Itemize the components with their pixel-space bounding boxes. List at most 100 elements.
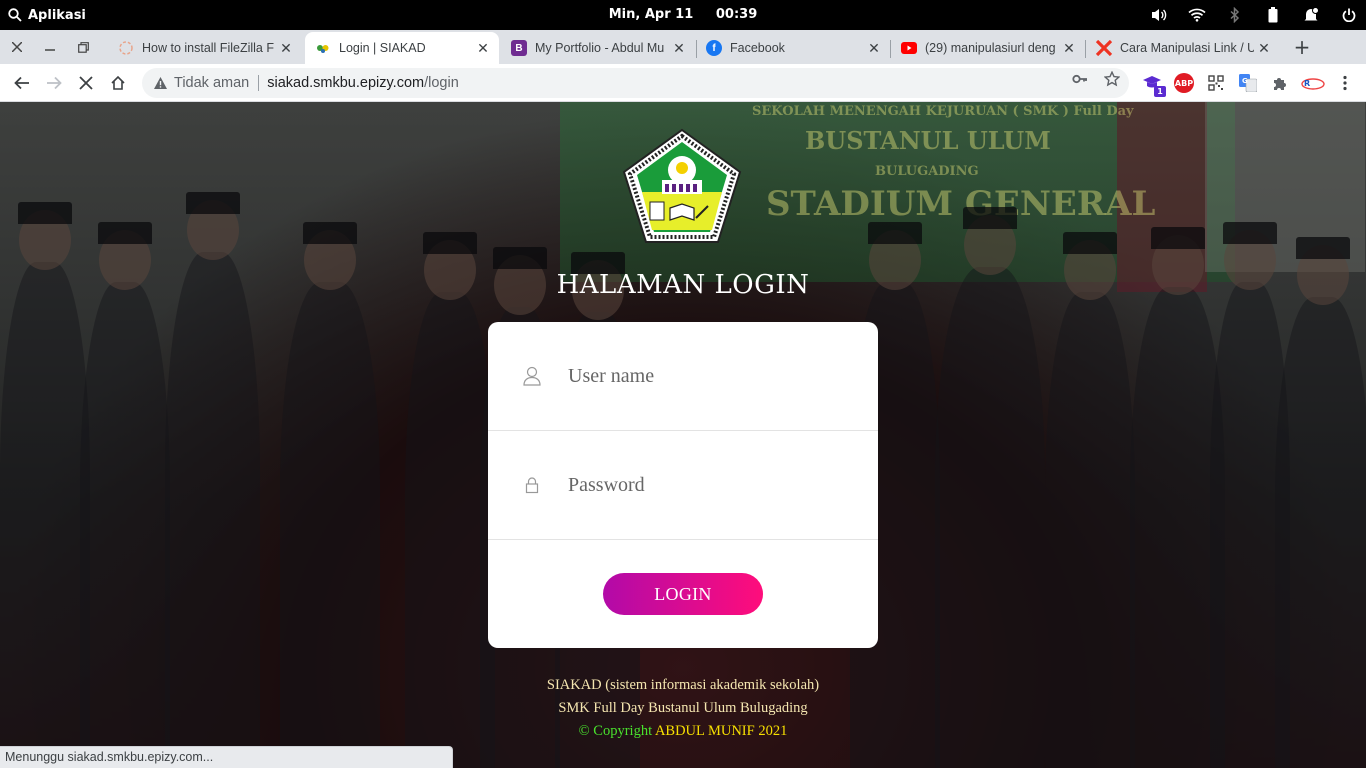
omnibox-divider xyxy=(258,75,260,91)
restore-icon xyxy=(77,41,89,53)
browser-menu-button[interactable] xyxy=(1331,69,1359,97)
password-input[interactable] xyxy=(568,465,848,505)
tab-title: Facebook xyxy=(730,41,785,55)
back-button[interactable] xyxy=(8,69,36,97)
login-button[interactable]: LOGIN xyxy=(603,573,763,615)
tab-facebook[interactable]: f Facebook ✕ xyxy=(696,32,890,64)
rapport-extension-icon[interactable]: R xyxy=(1301,73,1325,93)
new-tab-button[interactable]: + xyxy=(1290,30,1314,64)
tab-title: Cara Manipulasi Link / U xyxy=(1120,41,1254,55)
school-logo xyxy=(622,128,742,243)
close-icon xyxy=(79,76,93,90)
arrow-right-icon xyxy=(47,76,62,90)
stop-loading-button[interactable] xyxy=(72,69,100,97)
warning-triangle-icon[interactable] xyxy=(152,75,168,91)
page-title: HALAMAN LOGIN xyxy=(556,270,810,300)
tab-close-icon[interactable]: ✕ xyxy=(473,40,493,57)
browser-toolbar: Tidak aman siakad.smkbu.epizy.com/login … xyxy=(0,64,1366,102)
tab-close-icon[interactable]: ✕ xyxy=(1059,40,1079,57)
clock[interactable]: Min, Apr 11 00:39 xyxy=(609,7,758,22)
volume-icon[interactable] xyxy=(1150,6,1168,24)
background-person-cap xyxy=(185,192,240,214)
tab-siakad-login[interactable]: Login | SIAKAD ✕ xyxy=(305,32,499,64)
background-person-cap xyxy=(18,202,72,224)
background-person-cap xyxy=(423,232,477,254)
apps-label: Aplikasi xyxy=(28,7,86,23)
background-person-cap xyxy=(1063,232,1117,254)
address-bar[interactable]: Tidak aman siakad.smkbu.epizy.com/login xyxy=(142,68,1129,98)
apps-menu[interactable]: Aplikasi xyxy=(6,0,86,30)
window-close-button[interactable] xyxy=(1,30,33,64)
security-label[interactable]: Tidak aman xyxy=(174,75,249,91)
username-row xyxy=(488,322,878,431)
minimize-icon xyxy=(45,49,55,51)
bootstrap-icon: B xyxy=(511,40,527,56)
svg-text:G: G xyxy=(1242,77,1248,85)
os-top-bar: Aplikasi Min, Apr 11 00:39 xyxy=(0,0,1366,30)
tab-close-icon[interactable]: ✕ xyxy=(1254,40,1274,57)
background-person-cap xyxy=(98,222,152,244)
tab-close-icon[interactable]: ✕ xyxy=(669,40,689,57)
tab-manipulasi-link[interactable]: Cara Manipulasi Link / U ✕ xyxy=(1086,32,1280,64)
user-icon xyxy=(522,366,542,386)
red-x-icon xyxy=(1096,40,1112,56)
banner-text-line4: STADIUM GENERAL xyxy=(766,184,1156,224)
url-host: siakad.smkbu.epizy.com xyxy=(267,75,425,91)
background-person-cap xyxy=(303,222,357,244)
svg-text:R: R xyxy=(1304,79,1310,88)
copyright-owner: ABDUL MUNIF 2021 xyxy=(654,723,788,739)
lock-icon xyxy=(522,475,542,495)
banner-text-line2: BUSTANUL ULUM xyxy=(805,126,1051,155)
tab-close-icon[interactable]: ✕ xyxy=(276,40,296,57)
window-restore-button[interactable] xyxy=(67,30,99,64)
tab-strip: How to install FileZilla F ✕ Login | SIA… xyxy=(0,30,1366,64)
password-row xyxy=(488,431,878,540)
kebab-menu-icon xyxy=(1343,75,1347,91)
status-bar: Menunggu siakad.smkbu.epizy.com... xyxy=(0,746,453,768)
abp-label: ABP xyxy=(1174,78,1194,88)
window-minimize-button[interactable] xyxy=(34,30,66,64)
siakad-favicon-icon xyxy=(315,40,331,56)
background-person-cap xyxy=(868,222,922,244)
bookmark-star-icon[interactable] xyxy=(1104,71,1120,87)
tab-youtube[interactable]: (29) manipulasiurl deng ✕ xyxy=(891,32,1085,64)
background-person-cap xyxy=(1150,227,1205,249)
tab-title: (29) manipulasiurl deng xyxy=(925,41,1056,55)
extension-badge: 1 xyxy=(1154,86,1166,97)
login-page: SEKOLAH MENENGAH KEJURUAN ( SMK ) Full D… xyxy=(0,102,1366,768)
extensions-puzzle-icon[interactable] xyxy=(1270,73,1290,93)
tab-portfolio[interactable]: B My Portfolio - Abdul Mu ✕ xyxy=(501,32,695,64)
footer-copyright: © Copyright ABDUL MUNIF 2021 xyxy=(0,720,1366,743)
banner-text-line3: BULUGADING xyxy=(875,164,979,179)
home-button[interactable] xyxy=(104,69,132,97)
wifi-icon[interactable] xyxy=(1188,6,1206,24)
forward-button[interactable] xyxy=(40,69,68,97)
notification-bell-icon[interactable] xyxy=(1302,6,1320,24)
tab-title: My Portfolio - Abdul Mu xyxy=(535,41,665,55)
copyright-label: © Copyright xyxy=(578,723,653,739)
close-icon xyxy=(12,42,22,52)
background-person-cap xyxy=(963,207,1017,229)
footer-school-name: SMK Full Day Bustanul Ulum Bulugading xyxy=(558,700,808,716)
tab-title: How to install FileZilla F xyxy=(142,41,274,55)
power-icon[interactable] xyxy=(1340,6,1358,24)
qr-code-icon[interactable] xyxy=(1206,73,1226,93)
footer-app-description: SIAKAD (sistem informasi akademik sekola… xyxy=(546,677,820,693)
page-footer: SIAKAD (sistem informasi akademik sekola… xyxy=(0,674,1366,743)
url-path: /login xyxy=(424,75,459,91)
home-icon xyxy=(111,75,125,90)
key-icon[interactable] xyxy=(1072,71,1088,87)
bluetooth-icon[interactable] xyxy=(1226,6,1244,24)
adblock-plus-icon[interactable]: ABP xyxy=(1174,73,1194,93)
username-input[interactable] xyxy=(568,356,848,396)
login-card: LOGIN xyxy=(488,322,878,648)
banner-text-line1: SEKOLAH MENENGAH KEJURUAN ( SMK ) Full D… xyxy=(752,104,1134,119)
background-person-cap xyxy=(1223,222,1277,244)
tab-close-icon[interactable]: ✕ xyxy=(864,40,884,57)
tab-title: Login | SIAKAD xyxy=(339,41,426,55)
battery-icon[interactable] xyxy=(1264,6,1282,24)
google-translate-icon[interactable]: G xyxy=(1238,73,1258,93)
tab-filezilla[interactable]: How to install FileZilla F ✕ xyxy=(108,32,302,64)
search-icon xyxy=(6,6,24,24)
graduation-cap-extension-icon[interactable]: 1 xyxy=(1142,73,1166,97)
